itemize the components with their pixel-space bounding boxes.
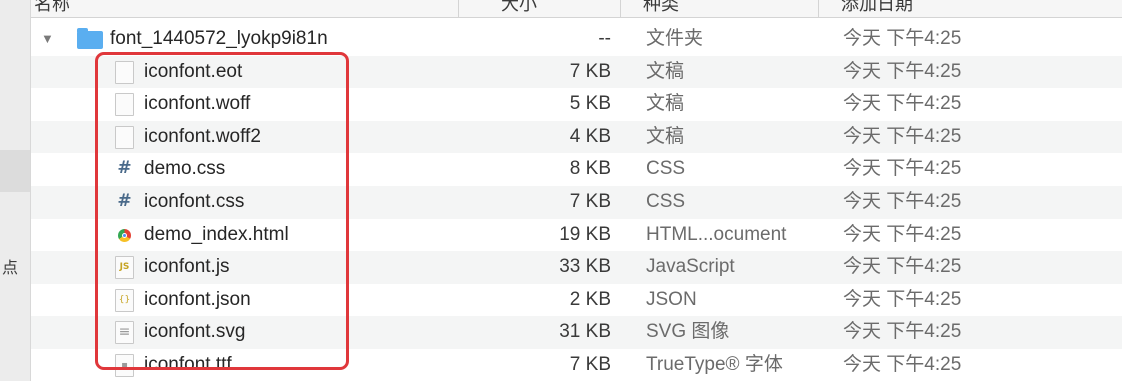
folder-row[interactable]: ▼ font_1440572_lyokp9i81n -- 文件夹 今天 下午4:… xyxy=(31,23,1122,56)
file-row[interactable]: demo_index.html 19 KB HTML...ocument 今天 下午4… xyxy=(31,219,1122,252)
file-kind: JavaScript xyxy=(646,256,735,278)
file-row[interactable]: iconfont.woff 5 KB 文稿 今天 下午4:25 xyxy=(31,88,1122,121)
file-kind: HTML...ocument xyxy=(646,223,787,245)
file-date-added: 今天 下午4:25 xyxy=(843,125,962,147)
document-icon xyxy=(115,125,134,149)
folder-icon xyxy=(77,28,103,49)
file-row[interactable]: iconfont.eot 7 KB 文稿 今天 下午4:25 xyxy=(31,55,1122,89)
file-date-added: 今天 下午4:25 xyxy=(843,93,962,115)
file-kind: SVG 图像 xyxy=(646,321,730,343)
file-date-added: 今天 下午4:25 xyxy=(843,190,962,212)
document-icon xyxy=(115,93,134,117)
column-header-date-added[interactable]: 添加日期 xyxy=(841,0,913,16)
file-name: iconfont.ttf xyxy=(144,353,232,375)
file-size: 5 KB xyxy=(569,93,611,115)
sidebar-selected-item[interactable] xyxy=(0,150,30,192)
file-row[interactable]: # demo.css 8 KB CSS 今天 下午4:25 xyxy=(31,153,1122,186)
sidebar-item-label-fragment[interactable]: 点 xyxy=(2,254,18,278)
file-name: demo.css xyxy=(144,158,226,180)
disclosure-triangle-icon[interactable]: ▼ xyxy=(41,23,54,55)
column-header-name[interactable]: 名称 xyxy=(34,0,70,16)
css-hash-icon: # xyxy=(117,158,132,179)
file-size: 8 KB xyxy=(569,158,611,180)
file-size: 19 KB xyxy=(559,223,611,245)
file-kind: 文稿 xyxy=(646,125,685,147)
file-row[interactable]: ▪ iconfont.ttf 7 KB TrueType® 字体 今天 下午4:25 xyxy=(31,349,1122,382)
font-file-icon: ▪ xyxy=(115,353,134,377)
file-name: iconfont.svg xyxy=(144,321,246,343)
svg-file-icon: ≡ xyxy=(115,321,134,345)
file-name: iconfont.css xyxy=(144,190,245,212)
file-size: 33 KB xyxy=(559,256,611,278)
file-date-added: 今天 下午4:25 xyxy=(843,321,962,343)
file-date-added: 今天 下午4:25 xyxy=(843,223,962,245)
file-kind: 文稿 xyxy=(646,93,685,115)
file-name: iconfont.eot xyxy=(144,60,243,82)
file-kind: JSON xyxy=(646,288,697,310)
file-name: iconfont.js xyxy=(144,256,230,278)
file-list: ▼ font_1440572_lyokp9i81n -- 文件夹 今天 下午4:… xyxy=(31,23,1122,382)
file-row[interactable]: # iconfont.css 7 KB CSS 今天 下午4:25 xyxy=(31,185,1122,219)
css-hash-icon: # xyxy=(117,190,132,211)
file-name: iconfont.json xyxy=(144,288,251,310)
file-kind: TrueType® 字体 xyxy=(646,353,783,375)
file-size: 2 KB xyxy=(569,288,611,310)
file-date-added: 今天 下午4:25 xyxy=(843,256,962,278)
javascript-file-icon: JS xyxy=(115,256,134,280)
file-row[interactable]: JS iconfont.js 33 KB JavaScript 今天 下午4:25 xyxy=(31,251,1122,284)
file-size: 4 KB xyxy=(569,125,611,147)
folder-kind: 文件夹 xyxy=(646,28,704,49)
file-kind: CSS xyxy=(646,158,686,180)
file-date-added: 今天 下午4:25 xyxy=(843,288,962,310)
file-kind: CSS xyxy=(646,190,686,212)
file-size: 31 KB xyxy=(559,321,611,343)
file-name: iconfont.woff2 xyxy=(144,125,261,147)
file-date-added: 今天 下午4:25 xyxy=(843,158,962,180)
column-header-bar: 名称 大小 种类 添加日期 xyxy=(31,0,1122,18)
file-row[interactable]: iconfont.woff2 4 KB 文稿 今天 下午4:25 xyxy=(31,120,1122,154)
file-date-added: 今天 下午4:25 xyxy=(843,353,962,375)
file-size: 7 KB xyxy=(569,60,611,82)
file-date-added: 今天 下午4:25 xyxy=(843,60,962,82)
chrome-icon xyxy=(115,224,134,247)
folder-name: font_1440572_lyokp9i81n xyxy=(110,28,328,49)
column-divider[interactable] xyxy=(458,0,459,17)
document-icon xyxy=(115,60,134,84)
file-row[interactable]: {} iconfont.json 2 KB JSON 今天 下午4:25 xyxy=(31,284,1122,317)
folder-size: -- xyxy=(598,28,611,49)
json-file-icon: {} xyxy=(115,288,134,312)
column-header-size[interactable]: 大小 xyxy=(501,0,537,16)
file-kind: 文稿 xyxy=(646,60,685,82)
folder-date-added: 今天 下午4:25 xyxy=(843,28,962,49)
column-header-kind[interactable]: 种类 xyxy=(643,0,679,16)
file-size: 7 KB xyxy=(569,190,611,212)
file-name: iconfont.woff xyxy=(144,93,251,115)
file-row[interactable]: ≡ iconfont.svg 31 KB SVG 图像 今天 下午4:25 xyxy=(31,316,1122,349)
file-name: demo_index.html xyxy=(144,223,289,245)
column-divider[interactable] xyxy=(818,0,819,17)
file-size: 7 KB xyxy=(569,353,611,375)
column-divider[interactable] xyxy=(620,0,621,17)
finder-sidebar: 点 xyxy=(0,0,31,381)
